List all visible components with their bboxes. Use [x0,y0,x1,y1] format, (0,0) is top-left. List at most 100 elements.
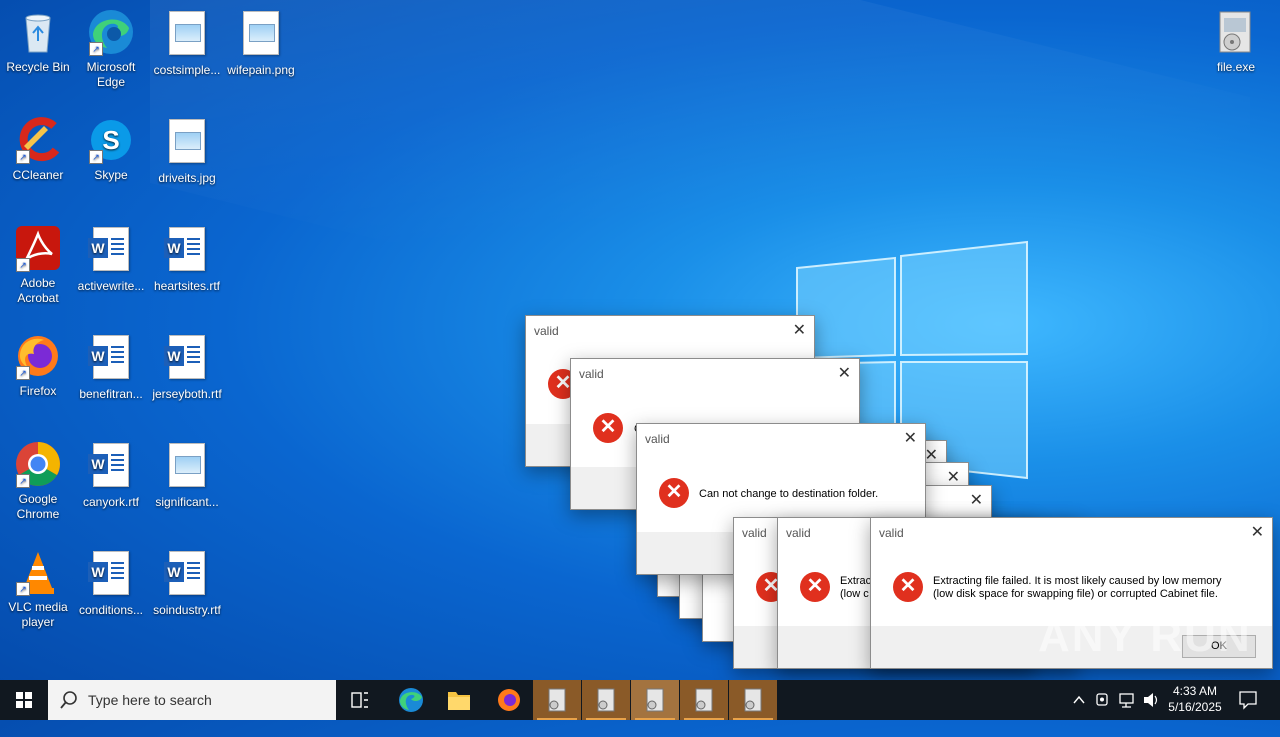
shortcut-arrow-icon: ↗ [16,150,30,164]
desktop-icon-wifepain[interactable]: wifepain.png [223,8,299,78]
taskbar: Type here to search 4:33 AM 5/16/2025 [0,680,1280,720]
taskbar-running-installer[interactable] [729,680,777,720]
desktop-icon-chrome[interactable]: ↗ Google Chrome [0,440,76,522]
icon-label: Firefox [19,384,57,398]
desktop-icon-firefox[interactable]: ↗ Firefox [0,332,76,399]
shortcut-arrow-icon: ↗ [89,150,103,164]
icon-label: conditions... [78,603,144,617]
desktop-icon-vlc[interactable]: ↗ VLC media player [0,548,76,630]
taskbar-clock[interactable]: 4:33 AM 5/16/2025 [1160,683,1230,715]
clock-date: 5/16/2025 [1168,700,1222,714]
desktop-icon-canyork[interactable]: W canyork.rtf [73,440,149,510]
icon-label: wifepain.png [227,63,295,77]
installer-exe-icon [744,688,762,712]
desktop-icon-file-exe[interactable]: file.exe [1198,8,1274,75]
desktop-icon-benefitran[interactable]: W benefitran... [73,332,149,402]
icon-label: driveits.jpg [158,171,216,185]
dialog-message-line2: (low disk space for swapping file) or co… [933,588,1218,600]
task-view-icon [351,692,368,708]
svg-text:S: S [102,125,119,155]
taskbar-file-explorer[interactable] [435,680,483,720]
volume-icon[interactable] [1140,680,1162,720]
desktop-icon-activewrite[interactable]: W activewrite... [73,224,149,294]
network-icon[interactable] [1116,680,1138,720]
shortcut-arrow-icon: ↗ [16,258,30,272]
recycle-bin-icon [14,8,62,56]
word-document-icon: W [87,335,135,383]
shortcut-arrow-icon: ↗ [89,42,103,56]
notifications-icon[interactable] [1234,680,1262,720]
error-icon: ✕ [593,413,623,443]
desktop-icon-significant[interactable]: significant... [149,440,225,510]
close-icon[interactable]: ✕ [793,320,806,340]
skype-icon: S ↗ [87,116,135,164]
icon-label: Adobe Acrobat [17,276,59,305]
desktop-icon-heartsites[interactable]: W heartsites.rtf [149,224,225,294]
desktop-icon-driveits[interactable]: driveits.jpg [149,116,225,186]
icon-label: file.exe [1216,60,1256,74]
ccleaner-icon: ↗ [14,116,62,164]
vlc-icon: ↗ [14,548,62,596]
icon-label: VLC media player [8,600,68,629]
dialog-title: valid [579,367,604,381]
icon-label: CCleaner [12,168,64,182]
taskbar-firefox[interactable] [485,680,533,720]
word-document-icon: W [163,335,211,383]
desktop-icon-acrobat[interactable]: ↗ Adobe Acrobat [0,224,76,306]
word-document-icon: W [163,227,211,275]
taskbar-search-box[interactable]: Type here to search [48,680,336,720]
icon-label: Recycle Bin [6,60,70,74]
icon-label: canyork.rtf [82,495,139,509]
icon-label: significant... [155,495,219,509]
desktop-icon-edge[interactable]: ↗ Microsoft Edge [73,8,149,90]
taskbar-running-installer-active[interactable] [631,680,679,720]
taskbar-edge[interactable] [387,680,435,720]
installer-exe-icon [1212,8,1260,56]
installer-exe-icon [597,688,615,712]
close-icon[interactable]: ✕ [838,363,851,383]
desktop-icon-recycle-bin[interactable]: Recycle Bin [0,8,76,75]
error-icon: ✕ [659,478,689,508]
word-document-icon: W [163,551,211,599]
close-icon[interactable]: ✕ [904,428,917,448]
desktop-icon-jerseyboth[interactable]: W jerseyboth.rtf [149,332,225,402]
taskbar-running-installer[interactable] [533,680,581,720]
search-placeholder: Type here to search [88,692,212,708]
error-icon: ✕ [800,572,830,602]
shortcut-arrow-icon: ↗ [16,582,30,596]
dialog-title: valid [534,324,559,338]
shortcut-arrow-icon: ↗ [16,366,30,380]
image-file-icon [163,443,211,491]
desktop-icon-ccleaner[interactable]: ↗ CCleaner [0,116,76,183]
icon-label: costsimple... [153,63,221,77]
chrome-icon: ↗ [14,440,62,488]
taskbar-running-installer[interactable] [680,680,728,720]
image-file-icon [163,11,211,59]
desktop-icon-soindustry[interactable]: W soindustry.rtf [149,548,225,618]
show-hidden-icons-chevron-up-icon[interactable] [1068,680,1090,720]
dialog-title: valid [742,526,767,540]
dialog-message-line2: (low c [840,588,869,600]
meet-now-icon[interactable] [1092,680,1114,720]
icon-label: Google Chrome [16,492,60,521]
clock-time: 4:33 AM [1172,684,1218,698]
start-button[interactable] [0,680,48,720]
watermark: ANY RUN [1038,612,1252,661]
dialog-title: valid [786,526,811,540]
task-view-button[interactable] [336,680,384,720]
desktop-icon-skype[interactable]: S ↗ Skype [73,116,149,183]
windows-start-icon [16,692,32,708]
close-icon[interactable]: ✕ [1251,522,1264,542]
dialog-title: valid [879,526,904,540]
icon-label: Microsoft Edge [86,60,136,89]
taskbar-running-installer[interactable] [582,680,630,720]
close-icon[interactable]: ✕ [970,490,983,510]
desktop-icon-conditions[interactable]: W conditions... [73,548,149,618]
edge-icon: ↗ [87,8,135,56]
error-icon: ✕ [893,572,923,602]
desktop-icon-costsimple[interactable]: costsimple... [149,8,225,78]
icon-label: soindustry.rtf [153,603,221,617]
close-icon[interactable]: ✕ [947,467,960,487]
edge-icon [399,688,423,712]
word-document-icon: W [87,551,135,599]
